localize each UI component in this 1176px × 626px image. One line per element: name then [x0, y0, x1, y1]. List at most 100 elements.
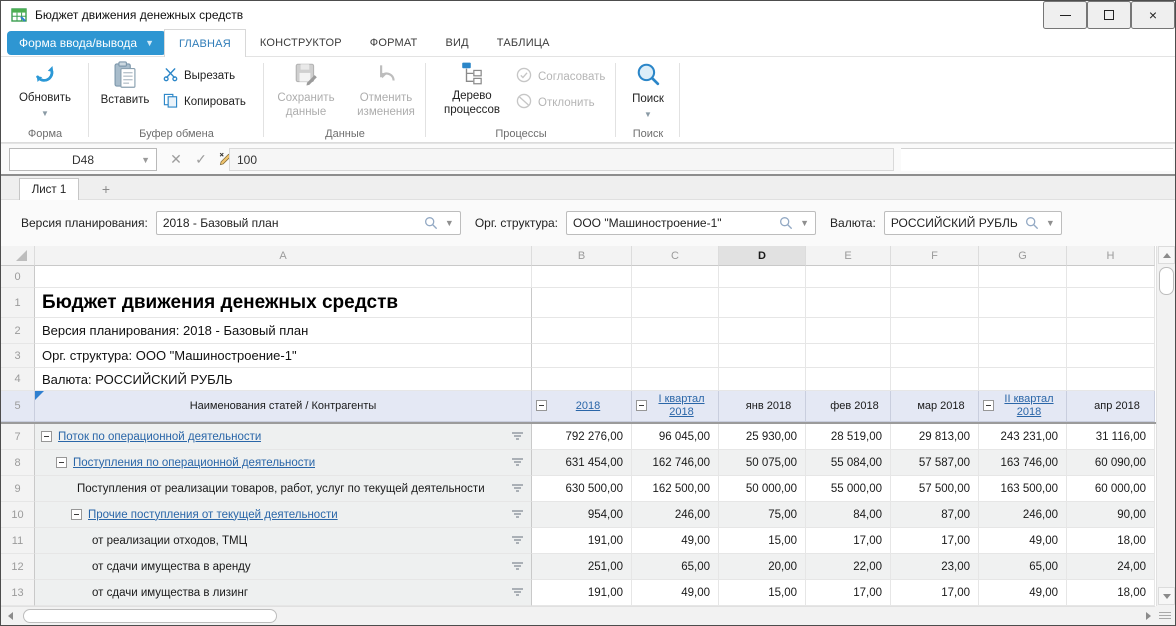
period-header-cell[interactable]: янв 2018 — [719, 391, 806, 422]
collapse-icon[interactable] — [983, 400, 994, 411]
value-cell[interactable]: 792 276,00 — [532, 424, 632, 450]
formula-input[interactable]: 100 — [229, 148, 894, 171]
value-cell[interactable]: 28 519,00 — [806, 424, 891, 450]
save-data-button[interactable]: Сохранить данные — [268, 61, 344, 120]
collapse-icon[interactable] — [536, 400, 547, 411]
filter-funnel-icon[interactable] — [511, 535, 523, 546]
info-cell[interactable]: Орг. структура: ООО "Машиностроение-1" — [35, 344, 532, 368]
scroll-down-button[interactable] — [1158, 587, 1175, 605]
confirm-entry-button[interactable]: ✓ — [189, 148, 213, 171]
resize-grip[interactable] — [1155, 606, 1175, 625]
value-cell[interactable]: 65,00 — [632, 554, 719, 580]
scroll-right-button[interactable] — [1140, 608, 1156, 624]
cell[interactable] — [806, 318, 891, 344]
value-cell[interactable]: 75,00 — [719, 502, 806, 528]
currency-field[interactable]: РОССИЙСКИЙ РУБЛЬ▼ — [884, 211, 1062, 235]
cell[interactable] — [979, 288, 1067, 318]
search-button[interactable]: Поиск ▼ — [610, 61, 686, 119]
filter-funnel-icon[interactable] — [511, 587, 523, 598]
cell[interactable] — [979, 368, 1067, 391]
paste-button[interactable]: Вставить — [93, 61, 157, 108]
chevron-down-icon[interactable]: ▼ — [1046, 218, 1055, 228]
value-cell[interactable]: 49,00 — [632, 528, 719, 554]
row-header-12[interactable]: 12 — [1, 554, 35, 580]
value-cell[interactable]: 243 231,00 — [979, 424, 1067, 450]
filter-funnel-icon[interactable] — [511, 431, 523, 442]
cell[interactable] — [532, 368, 632, 391]
value-cell[interactable]: 84,00 — [806, 502, 891, 528]
row-header-10[interactable]: 10 — [1, 502, 35, 528]
value-cell[interactable]: 163 746,00 — [979, 450, 1067, 476]
filter-funnel-icon[interactable] — [511, 509, 523, 520]
cell[interactable] — [806, 266, 891, 288]
value-cell[interactable]: 55 084,00 — [806, 450, 891, 476]
info-cell[interactable]: Валюта: РОССИЙСКИЙ РУБЛЬ — [35, 368, 532, 391]
value-cell[interactable]: 57 587,00 — [891, 450, 979, 476]
item-label-cell[interactable]: Поступления от реализации товаров, работ… — [35, 476, 532, 502]
value-cell[interactable]: 191,00 — [532, 528, 632, 554]
value-cell[interactable]: 18,00 — [1067, 580, 1155, 606]
cell[interactable] — [632, 266, 719, 288]
filter-funnel-icon[interactable] — [511, 457, 523, 468]
cell[interactable] — [532, 344, 632, 368]
item-link[interactable]: Прочие поступления от текущей деятельнос… — [88, 509, 338, 521]
cell[interactable] — [891, 288, 979, 318]
value-cell[interactable]: 90,00 — [1067, 502, 1155, 528]
select-all-corner[interactable] — [1, 246, 35, 266]
horizontal-scrollbar-thumb[interactable] — [23, 609, 277, 623]
value-cell[interactable]: 55 000,00 — [806, 476, 891, 502]
column-header-E[interactable]: E — [806, 246, 891, 266]
tab-таблица[interactable]: ТАБЛИЦА — [483, 29, 564, 57]
value-cell[interactable]: 15,00 — [719, 528, 806, 554]
row-header-1[interactable]: 1 — [1, 288, 35, 318]
value-cell[interactable]: 22,00 — [806, 554, 891, 580]
tab-вид[interactable]: ВИД — [431, 29, 482, 57]
cut-button[interactable]: Вырезать — [163, 67, 235, 85]
period-header-cell[interactable]: фев 2018 — [806, 391, 891, 422]
row-header-7[interactable]: 7 — [1, 424, 35, 450]
row-header-5[interactable]: 5 — [1, 391, 35, 422]
cell[interactable] — [632, 318, 719, 344]
value-cell[interactable]: 96 045,00 — [632, 424, 719, 450]
row-header-3[interactable]: 3 — [1, 344, 35, 368]
cell[interactable] — [719, 318, 806, 344]
row-header-8[interactable]: 8 — [1, 450, 35, 476]
cell[interactable] — [632, 288, 719, 318]
value-cell[interactable]: 162 500,00 — [632, 476, 719, 502]
period-link[interactable]: I квартал 2018 — [648, 393, 715, 418]
cell[interactable] — [806, 368, 891, 391]
item-label-cell[interactable]: Поступления по операционной деятельности — [35, 450, 532, 476]
cell[interactable] — [979, 318, 1067, 344]
collapse-icon[interactable] — [41, 431, 52, 442]
period-header-cell[interactable]: II квартал 2018 — [979, 391, 1067, 422]
period-link[interactable]: 2018 — [576, 400, 600, 413]
column-header-A[interactable]: A — [35, 246, 532, 266]
period-header-cell[interactable]: 2018 — [532, 391, 632, 422]
search-icon[interactable] — [424, 216, 438, 230]
scroll-up-button[interactable] — [1158, 246, 1175, 264]
row-header-2[interactable]: 2 — [1, 318, 35, 344]
cell[interactable] — [1067, 318, 1155, 344]
form-io-menu-button[interactable]: Форма ввода/вывода ▼ — [7, 31, 166, 55]
value-cell[interactable]: 65,00 — [979, 554, 1067, 580]
value-cell[interactable]: 25 930,00 — [719, 424, 806, 450]
cell[interactable] — [532, 266, 632, 288]
row-header-13[interactable]: 13 — [1, 580, 35, 606]
value-cell[interactable]: 24,00 — [1067, 554, 1155, 580]
value-cell[interactable]: 246,00 — [632, 502, 719, 528]
close-button[interactable]: × — [1131, 1, 1175, 29]
value-cell[interactable]: 954,00 — [532, 502, 632, 528]
cell[interactable] — [719, 288, 806, 318]
item-label-cell[interactable]: Поток по операционной деятельности — [35, 424, 532, 450]
value-cell[interactable]: 162 746,00 — [632, 450, 719, 476]
item-label-cell[interactable]: от реализации отходов, ТМЦ — [35, 528, 532, 554]
column-header-H[interactable]: H — [1067, 246, 1155, 266]
value-cell[interactable]: 60 090,00 — [1067, 450, 1155, 476]
tab-формат[interactable]: ФОРМАТ — [356, 29, 432, 57]
tab-главная[interactable]: ГЛАВНАЯ — [164, 29, 246, 58]
chevron-down-icon[interactable]: ▼ — [800, 218, 809, 228]
value-cell[interactable]: 191,00 — [532, 580, 632, 606]
cell[interactable] — [891, 266, 979, 288]
value-cell[interactable]: 17,00 — [806, 528, 891, 554]
report-title-cell[interactable]: Бюджет движения денежных средств — [35, 288, 532, 318]
